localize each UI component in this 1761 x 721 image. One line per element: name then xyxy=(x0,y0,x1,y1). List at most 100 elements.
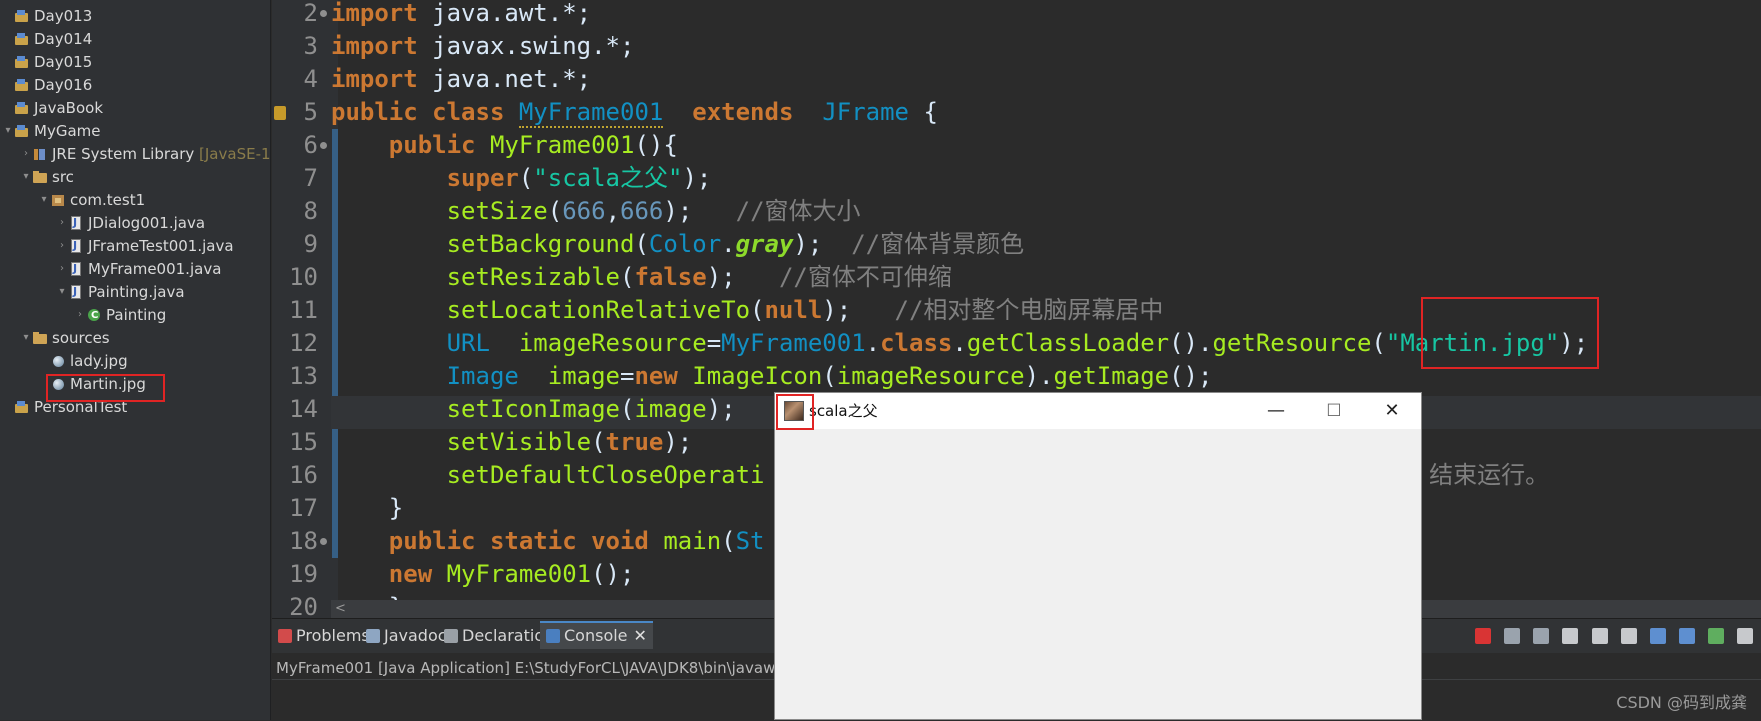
tree-item[interactable]: ▾ com.test1 xyxy=(38,189,145,211)
clear-console-icon[interactable] xyxy=(1562,627,1579,644)
code-line[interactable]: import java.awt.*; xyxy=(331,0,591,30)
code-line[interactable]: setSize(666,666); //窗体大小 xyxy=(331,195,861,228)
tree-item[interactable]: Day014 xyxy=(2,28,92,50)
code-token: ); xyxy=(663,197,736,225)
expand-arrow-icon[interactable]: › xyxy=(56,235,68,257)
fold-toggle-icon[interactable] xyxy=(320,538,327,545)
code-token: java.net.*; xyxy=(417,65,592,93)
code-line[interactable]: setBackground(Color.gray); //窗体背景颜色 xyxy=(331,228,1025,261)
code-token: (); xyxy=(1169,362,1213,390)
code-line[interactable]: setVisible(true); xyxy=(331,426,693,459)
tree-item[interactable]: Day016 xyxy=(2,74,92,96)
project-icon xyxy=(14,54,30,70)
expand-arrow-icon[interactable]: › xyxy=(56,258,68,280)
terminate-icon[interactable] xyxy=(1475,627,1492,644)
expand-arrow-icon[interactable]: › xyxy=(20,143,32,165)
pin-console-icon[interactable] xyxy=(1649,627,1666,644)
code-token: ); xyxy=(793,230,852,258)
tree-item[interactable]: Day013 xyxy=(2,5,92,27)
word-wrap-icon[interactable] xyxy=(1620,627,1637,644)
tree-item[interactable]: ▾ src xyxy=(20,166,73,188)
open-console-icon[interactable] xyxy=(1707,627,1724,644)
code-token: main xyxy=(663,527,722,555)
tree-item[interactable]: ▾ sources xyxy=(20,327,110,349)
fold-toggle-icon[interactable] xyxy=(320,10,327,17)
maximize-button[interactable]: ☐ xyxy=(1305,393,1363,429)
expand-arrow-icon[interactable]: › xyxy=(74,304,86,326)
code-token: = xyxy=(620,362,635,390)
code-token: import xyxy=(331,0,418,27)
code-line[interactable]: public static void main(St xyxy=(331,525,765,558)
warning-icon[interactable] xyxy=(274,106,286,120)
code-line[interactable]: import javax.swing.*; xyxy=(331,30,634,63)
tree-item[interactable]: › JDialog001.java xyxy=(56,212,205,234)
watermark: CSDN @码到成龚 xyxy=(1616,693,1747,712)
expand-arrow-icon[interactable]: ▾ xyxy=(56,281,68,303)
fold-toggle-icon[interactable] xyxy=(320,142,327,149)
code-line[interactable]: new MyFrame001(); xyxy=(331,558,635,591)
expand-arrow-icon[interactable]: ▾ xyxy=(2,120,14,142)
project-icon xyxy=(14,399,30,415)
remove-launch-icon[interactable] xyxy=(1504,627,1521,644)
code-token: //窗体大小 xyxy=(735,197,861,225)
minimize-panel-icon[interactable] xyxy=(1737,627,1753,644)
code-line[interactable]: setResizable(false); //窗体不可伸缩 xyxy=(331,261,952,294)
code-line[interactable]: super("scala之父"); xyxy=(331,162,712,195)
code-token: //窗体背景颜色 xyxy=(851,230,1025,258)
code-token: javax.swing.*; xyxy=(417,32,635,60)
tree-item[interactable]: › JFrameTest001.java xyxy=(56,235,234,257)
code-line[interactable]: public MyFrame001(){ xyxy=(331,129,678,162)
window-icon-highlight xyxy=(776,394,814,430)
java-file-icon xyxy=(68,212,84,234)
tree-item[interactable]: › MyFrame001.java xyxy=(56,258,221,280)
code-token: St xyxy=(735,527,765,555)
project-icon xyxy=(14,77,30,93)
code-token: java.awt.*; xyxy=(417,0,592,27)
tree-item[interactable]: › Painting xyxy=(74,304,166,327)
expand-arrow-icon[interactable]: ▾ xyxy=(38,189,50,211)
code-line[interactable]: import java.net.*; xyxy=(331,63,591,96)
tab-console[interactable]: Console ✕ xyxy=(540,621,653,649)
martin-file-highlight xyxy=(46,374,165,402)
tree-item[interactable]: JavaBook xyxy=(2,97,103,119)
remove-all-icon[interactable] xyxy=(1533,627,1550,644)
close-button[interactable]: ✕ xyxy=(1363,393,1421,429)
expand-arrow-icon[interactable]: ▾ xyxy=(20,166,32,188)
code-line[interactable]: setLocationRelativeTo(null); //相对整个电脑屏幕居… xyxy=(331,294,1164,327)
code-line[interactable]: Image image=new ImageIcon(imageResource)… xyxy=(331,360,1213,393)
tree-item[interactable]: ▾ Painting.java xyxy=(56,281,184,303)
tree-item-label: MyFrame001.java xyxy=(88,260,222,278)
line-number-gutter: 2 3 4 5 6 7 8 9 10 11 12 13 14 15 16 17 18 19 20 xyxy=(272,0,330,621)
expand-arrow-icon[interactable]: ▾ xyxy=(20,327,32,349)
code-token: 666 xyxy=(562,197,606,225)
tree-item[interactable]: Day015 xyxy=(2,51,92,73)
scroll-lock-icon[interactable] xyxy=(1591,627,1608,644)
close-tab-icon[interactable]: ✕ xyxy=(634,626,647,645)
code-line[interactable]: setIconImage(image); xyxy=(331,393,736,426)
scroll-left-icon[interactable]: < xyxy=(335,600,346,618)
tree-item-label: JFrameTest001.java xyxy=(88,237,234,255)
code-token: MyFrame001 xyxy=(446,560,592,588)
tree-item-label: sources xyxy=(52,329,110,347)
minimize-button[interactable]: — xyxy=(1247,393,1305,429)
jframe-titlebar[interactable]: scala之父 — ☐ ✕ xyxy=(775,393,1421,429)
line-number: 14 xyxy=(289,395,318,423)
tree-item[interactable]: lady.jpg xyxy=(38,350,128,372)
code-token: 666 xyxy=(620,197,664,225)
expand-arrow-icon[interactable]: › xyxy=(56,212,68,234)
tree-item[interactable]: › JRE System Library [JavaSE-1.8 xyxy=(20,143,270,165)
code-token: . xyxy=(865,329,881,357)
code-line[interactable]: public class MyFrame001 extends JFrame { xyxy=(331,96,938,129)
tree-item[interactable]: ▾ MyGame xyxy=(2,120,100,142)
display-console-icon[interactable] xyxy=(1678,627,1695,644)
jframe-window[interactable]: scala之父 — ☐ ✕ xyxy=(774,392,1422,720)
tree-item-label: Day015 xyxy=(34,53,93,71)
code-token: imageResource xyxy=(518,329,707,357)
code-token: setIconImage xyxy=(446,395,620,423)
code-line[interactable]: URL imageResource=MyFrame001.class.getCl… xyxy=(331,327,1589,360)
code-token: ( xyxy=(591,428,606,456)
code-line[interactable]: } xyxy=(331,492,403,525)
